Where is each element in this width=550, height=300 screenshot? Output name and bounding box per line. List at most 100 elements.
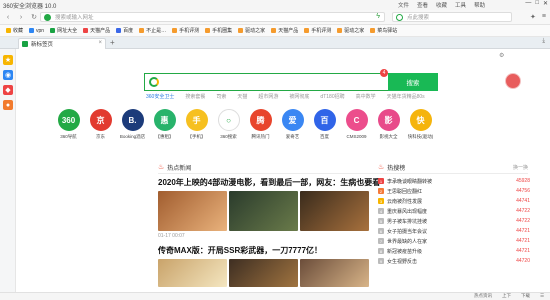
hot-link[interactable]: 360安全卫士: [146, 93, 174, 100]
list-item[interactable]: 3 云南被烈性发展 44741: [378, 196, 530, 206]
menu-favorites[interactable]: 收藏: [436, 1, 447, 9]
menu-tools[interactable]: 工具: [455, 1, 466, 9]
app-sidebar-icon[interactable]: ●: [3, 100, 13, 110]
tab-label: 新标签页: [31, 42, 54, 48]
list-item[interactable]: 4 重庆暴风出现幅度 44722: [378, 206, 530, 216]
bookmark-item[interactable]: 不止是…: [139, 27, 166, 34]
settings-icon[interactable]: ⚙: [499, 52, 504, 59]
home-search-button[interactable]: 搜索: [388, 73, 438, 91]
lightning-icon[interactable]: ϟ: [376, 13, 380, 20]
refresh-link[interactable]: 换一换: [513, 164, 528, 171]
bookmark-item[interactable]: 驱动之家: [337, 27, 364, 34]
tab-new-tab-page[interactable]: 新标签页 ×: [18, 38, 106, 49]
hot-link[interactable]: 超市网游: [258, 93, 278, 100]
weibo-sidebar-icon[interactable]: ◆: [3, 85, 13, 95]
minimize-button[interactable]: —: [525, 0, 531, 7]
news-image[interactable]: [300, 259, 369, 287]
site-icon: [370, 28, 376, 33]
list-item[interactable]: 1 李承晚谈眼睛翻转被 45928: [378, 176, 530, 186]
search-placeholder: 点此搜索: [407, 15, 430, 21]
status-item[interactable]: ☰: [540, 293, 544, 299]
site-tile[interactable]: 手【手机】: [184, 109, 209, 140]
maximize-button[interactable]: □: [535, 0, 539, 7]
close-button[interactable]: ✕: [543, 0, 548, 7]
news-image[interactable]: [300, 191, 369, 231]
news-headline[interactable]: 2020年上映的4部动漫电影，看到最后一部，网友：生病也要看: [158, 177, 380, 188]
hot-link[interactable]: dT180招聘: [320, 93, 344, 100]
news-image[interactable]: [158, 191, 227, 231]
home-search-input[interactable]: [144, 73, 404, 91]
bookmark-item[interactable]: 网址大全: [50, 27, 77, 34]
status-item[interactable]: 下载: [521, 293, 530, 299]
search-badge: 4: [380, 69, 388, 77]
news-image[interactable]: [158, 259, 227, 287]
refresh-icon[interactable]: ↻: [29, 12, 39, 22]
address-placeholder: 搜索或输入网址: [55, 15, 94, 21]
menu-view[interactable]: 查看: [417, 1, 428, 9]
bookmark-item[interactable]: 手机评测: [172, 27, 199, 34]
hot-link[interactable]: 天猫年货精品80s: [387, 93, 425, 100]
bookmark-item[interactable]: 手机圈集: [205, 27, 232, 34]
status-item[interactable]: 上下: [502, 293, 511, 299]
site-tile[interactable]: ○ 360搜索: [216, 109, 241, 140]
site-tile[interactable]: 百百度: [312, 109, 337, 140]
bookmark-item[interactable]: vpn: [29, 28, 44, 34]
list-item[interactable]: 7 世界最缺的人在家 44721: [378, 236, 530, 246]
logo-ring: [149, 77, 159, 87]
site-icon: [337, 28, 343, 33]
fire-icon: ♨: [158, 164, 165, 171]
bookmarks-bar: 收藏 vpn 网址大全 天猫产品 百度 不止是… 手机评测 手机圈集 驱动之家 …: [0, 25, 550, 37]
hot-link[interactable]: 司索: [216, 93, 226, 100]
site-icon: [304, 28, 310, 33]
site-tile[interactable]: 360 360导航: [56, 109, 81, 140]
bookmark-item[interactable]: 菜鸟驿站: [370, 27, 397, 34]
address-bar[interactable]: 搜索或输入网址 ϟ: [40, 12, 385, 22]
bookmark-item[interactable]: 手机评测: [304, 27, 331, 34]
tab-close-icon[interactable]: ×: [98, 40, 102, 46]
hot-link[interactable]: 搜索套餐: [185, 93, 205, 100]
hot-link[interactable]: 高中数学: [356, 93, 376, 100]
download-icon[interactable]: ⤓: [542, 38, 545, 45]
site-tile[interactable]: 惠【惠租】: [152, 109, 177, 140]
site-tile[interactable]: 腾腾讯热门: [248, 109, 273, 140]
list-item[interactable]: 8 新冠被疫苗升级 44721: [378, 246, 530, 256]
news-section-title: 热点新闻: [167, 165, 192, 172]
bookmark-item[interactable]: 天猫产品: [271, 27, 298, 34]
news-timestamp: 01-17 00:07: [158, 233, 185, 239]
site-icon: [50, 28, 56, 33]
site-tile[interactable]: 影影视大全: [376, 109, 401, 140]
site-tile[interactable]: C CMS2009: [344, 109, 369, 140]
menu-help[interactable]: 帮助: [474, 1, 485, 9]
list-item[interactable]: 2 王思聪回应翻红 44756: [378, 186, 530, 196]
history-sidebar-icon[interactable]: ◉: [3, 70, 13, 80]
news-image[interactable]: [229, 191, 298, 231]
news-image[interactable]: [229, 259, 298, 287]
site-tile[interactable]: 爱爱奇艺: [280, 109, 305, 140]
puzzle-icon[interactable]: ✦: [530, 13, 536, 21]
new-tab-button[interactable]: +: [110, 38, 115, 47]
status-item[interactable]: 热点资讯: [474, 293, 492, 299]
menu-file[interactable]: 文件: [398, 1, 409, 9]
menu-icon[interactable]: ≡: [542, 13, 546, 21]
bookmark-item[interactable]: 驱动之家: [238, 27, 265, 34]
bookmark-item[interactable]: 收藏: [6, 27, 23, 34]
list-item[interactable]: 6 女子拍摄当年会议 44721: [378, 226, 530, 236]
site-icon: [139, 28, 145, 33]
hot-link[interactable]: 被网彻底: [289, 93, 309, 100]
forward-icon[interactable]: ›: [16, 12, 26, 22]
site-tile[interactable]: 快快科技(驱动): [408, 109, 433, 140]
site-tile[interactable]: 京京东: [88, 109, 113, 140]
news-headline[interactable]: 传奇MAX版：开局SSR彩武器，一刀7777亿！: [158, 245, 322, 256]
avatar[interactable]: [505, 73, 521, 89]
back-icon[interactable]: ‹: [3, 12, 13, 22]
favorites-sidebar-icon[interactable]: ★: [3, 55, 13, 65]
list-item[interactable]: 9 女生视野反击 44720: [378, 256, 530, 266]
site-tile[interactable]: B. Booking酒店: [120, 109, 145, 140]
divider: [158, 173, 528, 174]
hot-link[interactable]: 天猫: [237, 93, 247, 100]
news-images: [158, 191, 369, 231]
list-item[interactable]: 5 男子被车排坑挂坡 44722: [378, 216, 530, 226]
bookmark-item[interactable]: 百度: [116, 27, 133, 34]
bookmark-item[interactable]: 天猫产品: [83, 27, 110, 34]
search-box[interactable]: 点此搜索: [392, 12, 512, 22]
